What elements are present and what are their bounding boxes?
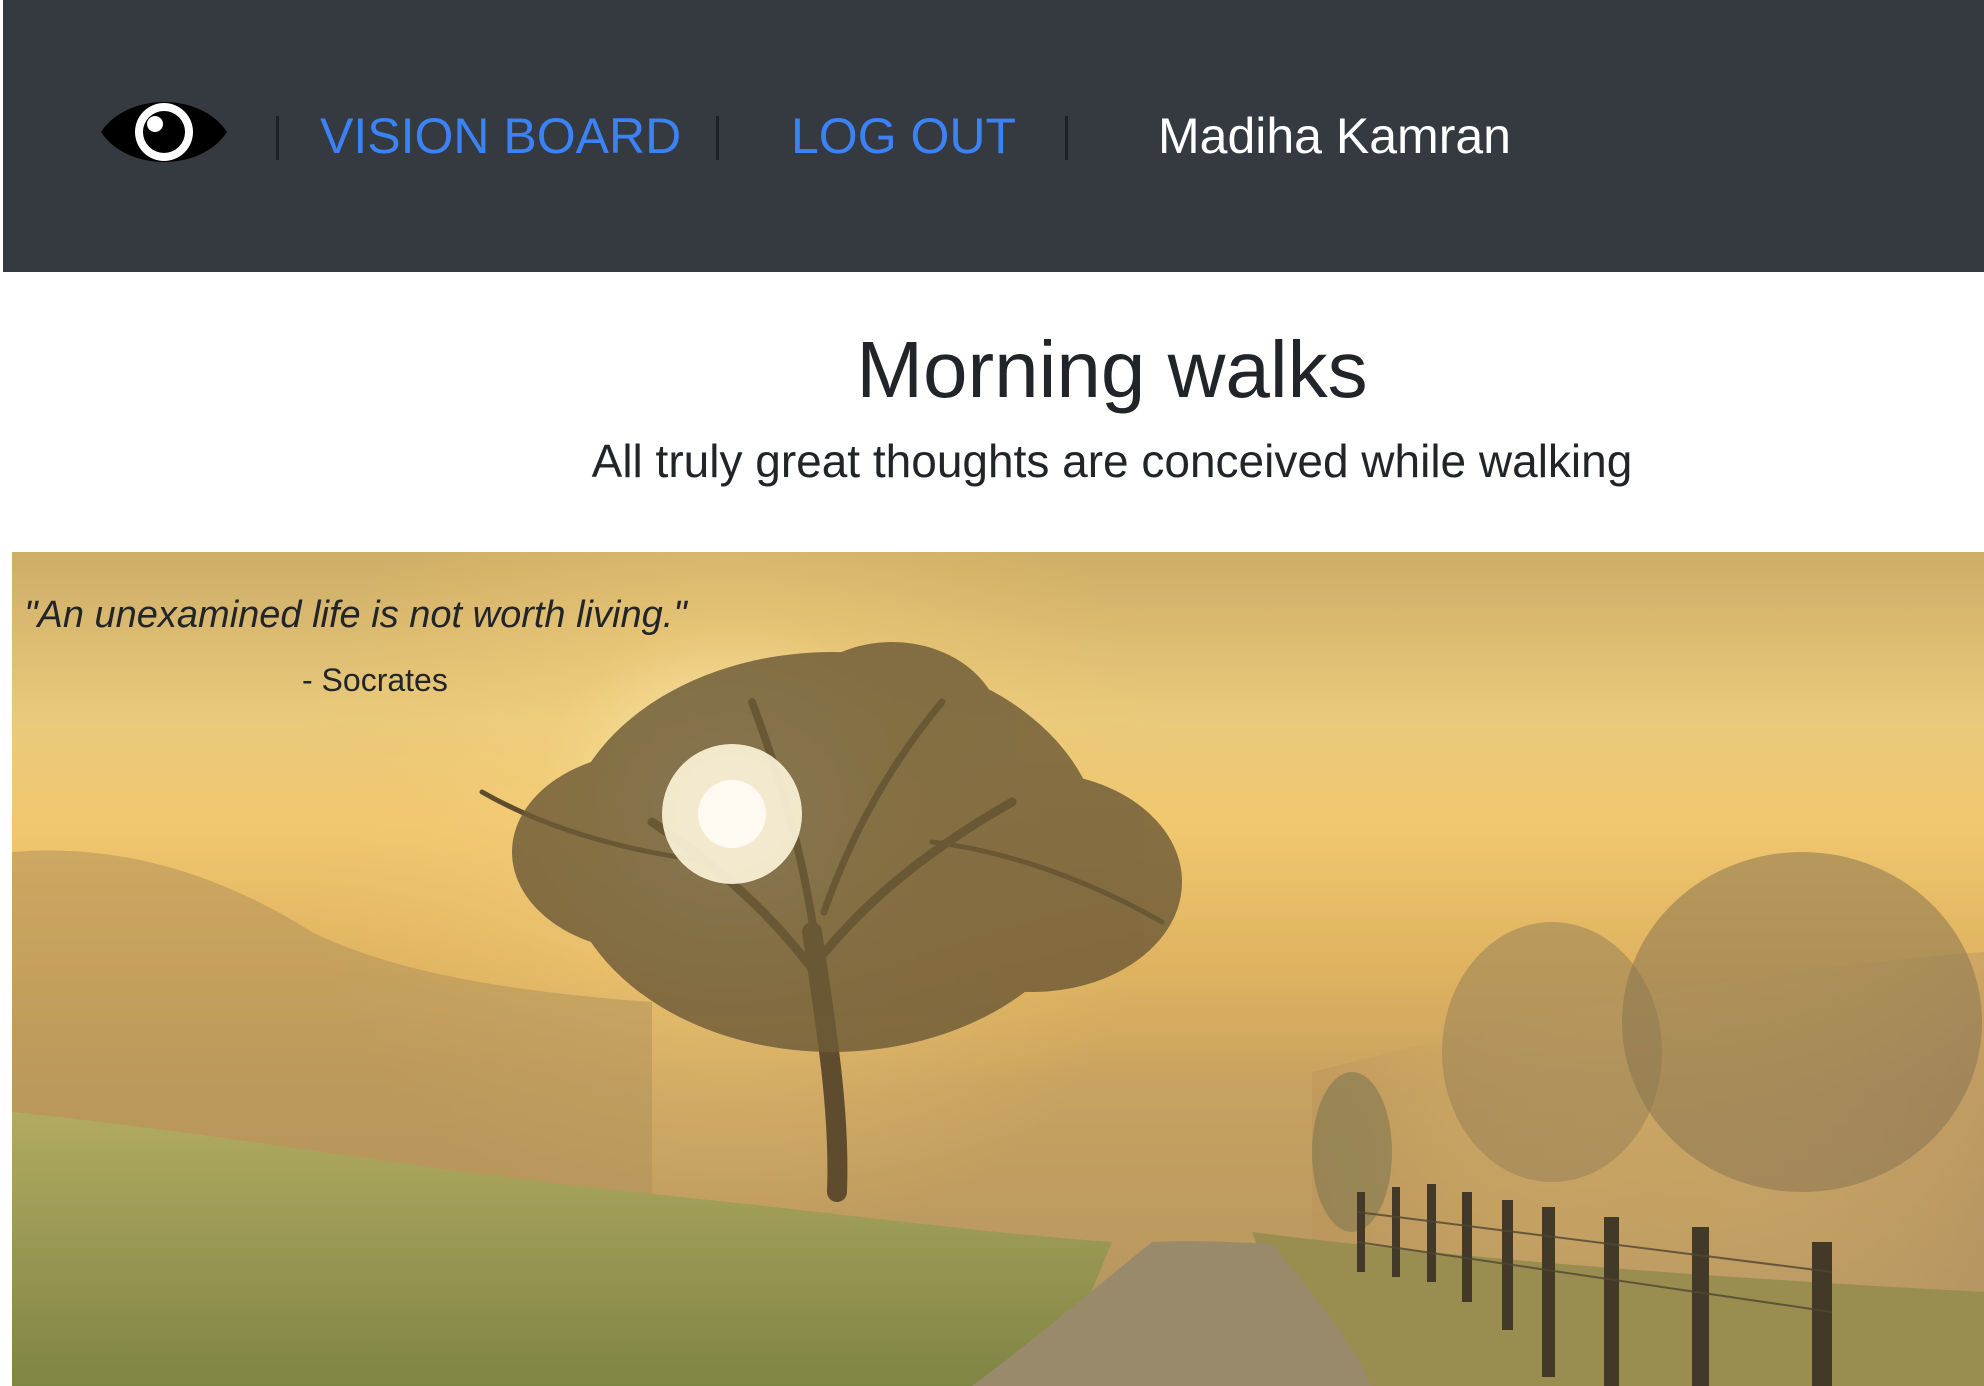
eye-icon[interactable] — [99, 88, 229, 176]
nav-separator — [716, 116, 719, 160]
nav-separator — [276, 116, 279, 160]
banner-quote: "An unexamined life is not worth living.… — [24, 594, 687, 636]
logout-link[interactable]: LOG OUT — [791, 106, 1016, 166]
top-navbar: VISION BOARD LOG OUT Madiha Kamran — [3, 0, 1984, 272]
user-name: Madiha Kamran — [1158, 108, 1511, 164]
page-title: Morning walks — [856, 325, 1368, 414]
banner-quote-author: - Socrates — [302, 662, 448, 698]
vision-board-link[interactable]: VISION BOARD — [320, 106, 681, 166]
page-subtitle: All truly great thoughts are conceived w… — [591, 435, 1633, 487]
nav-separator — [1065, 116, 1068, 160]
banner-image: "An unexamined life is not worth living.… — [12, 552, 1984, 1386]
